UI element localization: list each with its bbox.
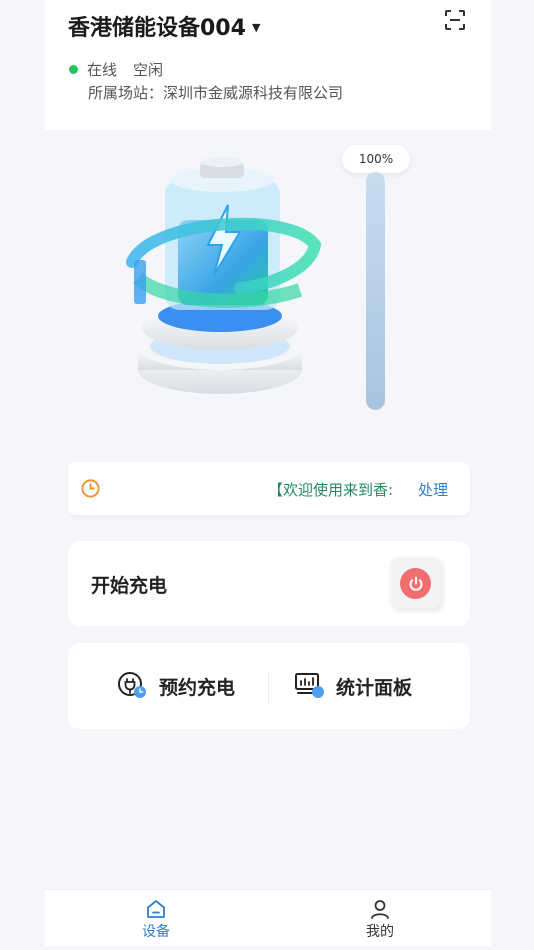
user-icon — [371, 900, 389, 919]
nav-tab-mine[interactable]: 我的 — [350, 899, 410, 941]
clock-icon — [81, 479, 100, 498]
status-online: 在线 — [87, 61, 118, 79]
bottom-nav: 设备 我的 — [45, 889, 491, 946]
battery-level-badge: 100% — [342, 145, 410, 173]
battery-level-bar — [366, 172, 385, 410]
caret-down-icon: ▼ — [251, 20, 261, 34]
start-charging-label: 开始充电 — [91, 575, 168, 597]
reserve-charging-label: 预约充电 — [159, 676, 236, 699]
start-charging-card: 开始充电 — [68, 541, 470, 626]
device-selector[interactable]: 香港储能设备004 ▼ — [68, 10, 260, 42]
station-info: 所属场站：深圳市金威源科技有限公司 — [88, 84, 344, 102]
start-charging-button[interactable] — [390, 557, 441, 608]
device-header: 香港储能设备004 ▼ 在线 空闲 所属场站：深圳市金威源科技有限公司 — [45, 0, 491, 130]
battery-level-fill — [366, 172, 385, 410]
battery-illustration — [126, 157, 322, 394]
nav-device-label: 设备 — [142, 924, 170, 940]
monitor-chart-icon — [295, 673, 324, 698]
reserve-charging-button[interactable]: 预约充电 — [117, 671, 235, 701]
online-dot — [69, 65, 78, 74]
quick-actions-card: 预约充电 统计面板 — [68, 643, 470, 729]
notice-text: 【欢迎使用来到香: — [268, 481, 394, 499]
scan-icon[interactable] — [443, 8, 467, 32]
nav-mine-label: 我的 — [366, 924, 394, 940]
power-icon — [400, 568, 431, 599]
stats-panel-label: 统计面板 — [336, 676, 413, 699]
notice-bar[interactable]: 【欢迎使用来到香: 处理 — [68, 462, 470, 515]
home-icon — [147, 900, 165, 918]
device-status: 在线 空闲 — [69, 59, 163, 80]
notice-action-link[interactable]: 处理 — [418, 479, 448, 500]
status-state: 空闲 — [133, 61, 164, 79]
nav-tab-device[interactable]: 设备 — [126, 899, 186, 941]
actions-divider — [268, 671, 269, 705]
plug-clock-icon — [118, 672, 146, 698]
stats-panel-button[interactable]: 统计面板 — [294, 671, 412, 701]
device-name: 香港储能设备004 — [68, 16, 246, 41]
